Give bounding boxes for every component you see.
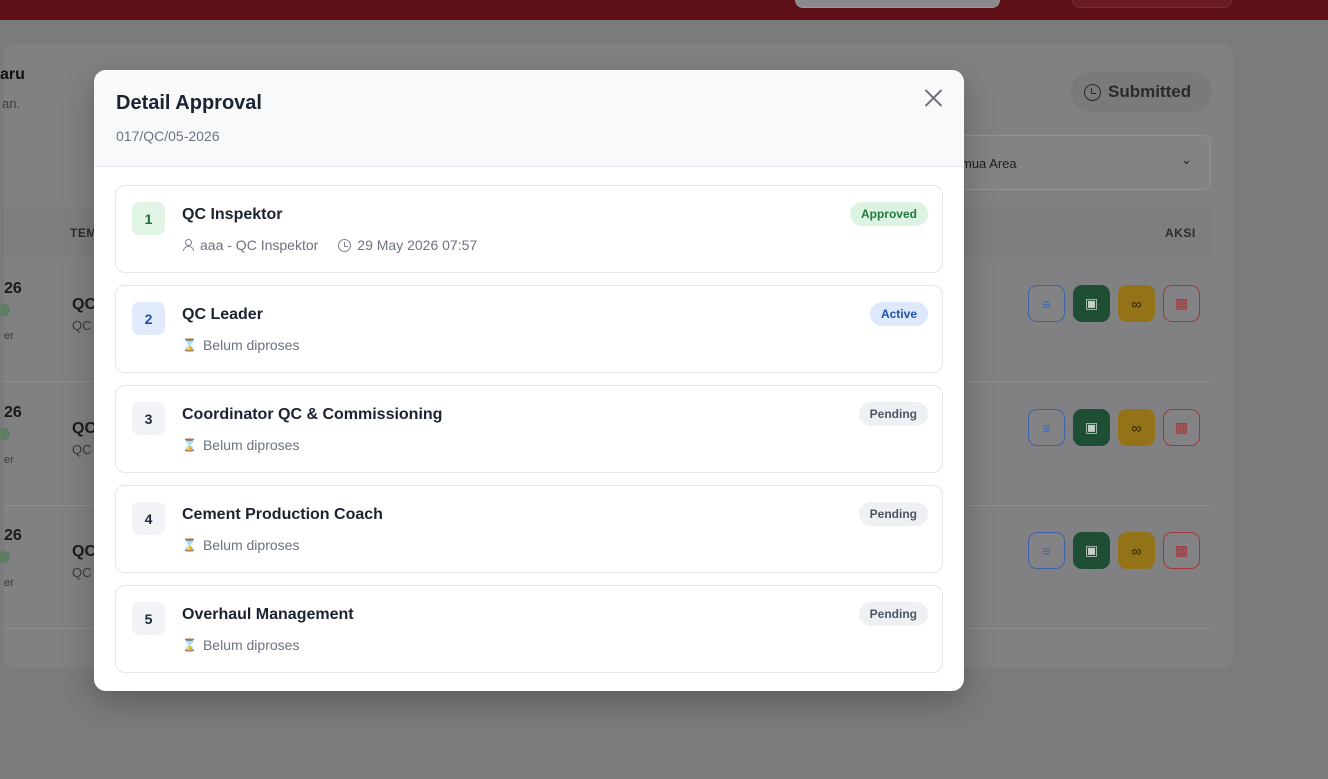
area-select[interactable]: mua Area ⌄ xyxy=(930,135,1211,190)
row-subtitle: QC xyxy=(72,318,92,333)
modal-header: Detail Approval 017/QC/05-2026 xyxy=(94,70,964,167)
pdf-button[interactable]: ▣ xyxy=(1073,532,1110,569)
pdf-icon: ▣ xyxy=(1084,295,1099,311)
approval-step: 1 QC Inspektor aaa - QC Inspektor 29 May… xyxy=(115,185,943,273)
status-badge: Pending xyxy=(858,502,928,526)
close-icon[interactable] xyxy=(920,84,948,112)
step-title: Overhaul Management xyxy=(182,606,354,623)
pdf-icon: ▣ xyxy=(1084,419,1099,435)
step-approver: aaa - QC Inspektor xyxy=(200,237,319,253)
page-subtitle: an. xyxy=(2,96,21,111)
status-badge: Submitted xyxy=(1070,72,1212,112)
column-header-aksi: AKSI xyxy=(1165,226,1196,240)
approval-step: 3 Coordinator QC & Commissioning ⌛ Belum… xyxy=(115,385,943,473)
step-title: Coordinator QC & Commissioning xyxy=(182,406,443,423)
approval-detail-modal: Detail Approval 017/QC/05-2026 1 QC Insp… xyxy=(94,70,964,691)
delete-button[interactable]: ▩ xyxy=(1163,285,1200,322)
list-icon: ≡ xyxy=(1042,295,1051,312)
detail-button[interactable]: ≡ xyxy=(1028,285,1065,322)
approval-step: 4 Cement Production Coach ⌛ Belum dipros… xyxy=(115,485,943,573)
row-year: 26 xyxy=(4,527,22,544)
clock-icon xyxy=(1084,83,1101,101)
detail-button[interactable]: ≡ xyxy=(1028,409,1065,446)
status-dot xyxy=(0,428,10,440)
link-button[interactable]: ∞ xyxy=(1118,285,1155,322)
step-number: 5 xyxy=(132,602,165,635)
delete-button[interactable]: ▩ xyxy=(1163,532,1200,569)
row-actions: ≡ ▣ ∞ ▩ xyxy=(1028,409,1200,446)
modal-title: Detail Approval xyxy=(116,92,262,114)
status-badge: Approved xyxy=(849,202,928,226)
status-label: Submitted xyxy=(1108,82,1192,101)
status-badge: Pending xyxy=(858,402,928,426)
step-number: 2 xyxy=(132,302,165,335)
step-number: 1 xyxy=(132,202,165,235)
step-number: 4 xyxy=(132,502,165,535)
hourglass-icon: ⌛ xyxy=(182,338,197,352)
step-meta: ⌛ Belum diproses xyxy=(182,437,299,453)
pdf-button[interactable]: ▣ xyxy=(1073,285,1110,322)
row-subtitle: QC xyxy=(72,442,92,457)
hourglass-icon: ⌛ xyxy=(182,538,197,552)
hourglass-icon: ⌛ xyxy=(182,438,197,452)
trash-icon: ▩ xyxy=(1174,542,1189,558)
row-subtitle: QC xyxy=(72,565,92,580)
modal-subtitle: 017/QC/05-2026 xyxy=(116,128,220,144)
row-actions: ≡ ▣ ∞ ▩ xyxy=(1028,285,1200,322)
trash-icon: ▩ xyxy=(1174,295,1189,311)
list-icon: ≡ xyxy=(1042,419,1051,436)
row-title: QC xyxy=(72,420,96,437)
detail-button[interactable]: ≡ xyxy=(1028,532,1065,569)
step-note: Belum diproses xyxy=(202,337,300,353)
link-button[interactable]: ∞ xyxy=(1118,532,1155,569)
top-navbar xyxy=(0,0,1328,20)
step-title: QC Inspektor xyxy=(182,206,283,223)
row-year: 26 xyxy=(4,280,22,297)
list-icon: ≡ xyxy=(1042,542,1051,559)
chevron-down-icon: ⌄ xyxy=(1181,152,1192,167)
trash-icon: ▩ xyxy=(1174,419,1189,435)
step-number: 3 xyxy=(132,402,165,435)
step-note: Belum diproses xyxy=(202,537,300,553)
row-year: 26 xyxy=(4,404,22,421)
step-time: 29 May 2026 07:57 xyxy=(357,237,478,253)
status-dot xyxy=(0,304,10,316)
step-meta: ⌛ Belum diproses xyxy=(182,637,299,653)
row-role: er xyxy=(4,454,14,466)
pdf-icon: ▣ xyxy=(1084,542,1099,558)
approval-step: 5 Overhaul Management ⌛ Belum diproses P… xyxy=(115,585,943,673)
step-meta: ⌛ Belum diproses xyxy=(182,537,299,553)
step-meta: aaa - QC Inspektor 29 May 2026 07:57 xyxy=(182,237,477,253)
user-icon xyxy=(182,239,194,251)
status-badge: Pending xyxy=(858,602,928,626)
topbar-button[interactable] xyxy=(795,0,1000,8)
topbar-button[interactable] xyxy=(1072,0,1232,8)
status-badge: Active xyxy=(869,302,928,326)
link-button[interactable]: ∞ xyxy=(1118,409,1155,446)
row-role: er xyxy=(4,330,14,342)
row-role: er xyxy=(4,577,14,589)
area-select-value: mua Area xyxy=(961,156,1017,171)
link-icon: ∞ xyxy=(1131,542,1142,559)
hourglass-icon: ⌛ xyxy=(182,638,197,652)
delete-button[interactable]: ▩ xyxy=(1163,409,1200,446)
link-icon: ∞ xyxy=(1131,419,1142,436)
row-title: QC xyxy=(72,543,96,560)
step-note: Belum diproses xyxy=(202,637,300,653)
pdf-button[interactable]: ▣ xyxy=(1073,409,1110,446)
step-meta: ⌛ Belum diproses xyxy=(182,337,299,353)
link-icon: ∞ xyxy=(1131,295,1142,312)
step-title: QC Leader xyxy=(182,306,263,323)
approval-step: 2 QC Leader ⌛ Belum diproses Active xyxy=(115,285,943,373)
clock-icon xyxy=(338,238,352,252)
status-dot xyxy=(0,551,10,563)
column-header-tem: TEM xyxy=(70,226,97,240)
step-note: Belum diproses xyxy=(202,437,300,453)
step-title: Cement Production Coach xyxy=(182,506,383,523)
row-actions: ≡ ▣ ∞ ▩ xyxy=(1028,532,1200,569)
page-title: aru xyxy=(0,66,25,83)
row-title: QC xyxy=(72,296,96,313)
